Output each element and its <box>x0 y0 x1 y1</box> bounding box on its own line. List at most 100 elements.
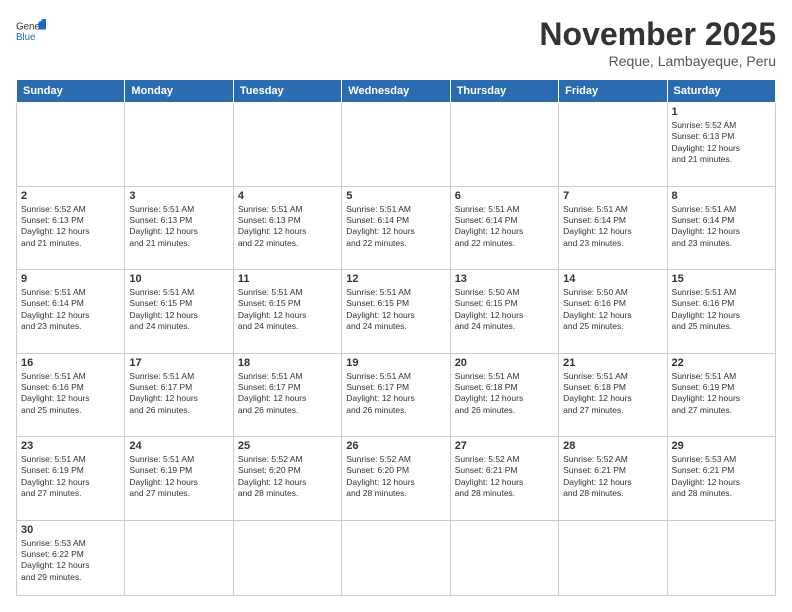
day-number: 11 <box>238 273 337 285</box>
calendar-cell: 16 Sunrise: 5:51 AM Sunset: 6:16 PM Dayli… <box>17 353 125 437</box>
day-info: Sunrise: 5:53 AM Sunset: 6:22 PM Dayligh… <box>21 538 120 584</box>
day-info: Sunrise: 5:51 AM Sunset: 6:15 PM Dayligh… <box>238 287 337 333</box>
calendar-cell <box>233 520 341 596</box>
calendar-cell <box>559 103 667 187</box>
day-number: 16 <box>21 357 120 369</box>
calendar-cell: 30 Sunrise: 5:53 AM Sunset: 6:22 PM Dayli… <box>17 520 125 596</box>
calendar-cell: 29 Sunrise: 5:53 AM Sunset: 6:21 PM Dayli… <box>667 437 775 521</box>
day-info: Sunrise: 5:50 AM Sunset: 6:15 PM Dayligh… <box>455 287 554 333</box>
day-info: Sunrise: 5:51 AM Sunset: 6:18 PM Dayligh… <box>455 371 554 417</box>
calendar-cell: 2Sunrise: 5:52 AM Sunset: 6:13 PM Daylig… <box>17 186 125 270</box>
day-info: Sunrise: 5:51 AM Sunset: 6:16 PM Dayligh… <box>21 371 120 417</box>
day-info: Sunrise: 5:51 AM Sunset: 6:17 PM Dayligh… <box>238 371 337 417</box>
calendar-cell: 17Sunrise: 5:51 AM Sunset: 6:17 PM Dayli… <box>125 353 233 437</box>
day-info: Sunrise: 5:51 AM Sunset: 6:17 PM Dayligh… <box>346 371 445 417</box>
calendar-cell <box>233 103 341 187</box>
day-number: 6 <box>455 190 554 202</box>
day-info: Sunrise: 5:51 AM Sunset: 6:19 PM Dayligh… <box>21 454 120 500</box>
day-number: 28 <box>563 440 662 452</box>
weekday-header-friday: Friday <box>559 80 667 103</box>
calendar-cell: 24 Sunrise: 5:51 AM Sunset: 6:19 PM Dayli… <box>125 437 233 521</box>
day-number: 24 <box>129 440 228 452</box>
calendar-cell: 18 Sunrise: 5:51 AM Sunset: 6:17 PM Dayli… <box>233 353 341 437</box>
calendar-cell: 25 Sunrise: 5:52 AM Sunset: 6:20 PM Dayli… <box>233 437 341 521</box>
day-number: 30 <box>21 524 120 536</box>
calendar-cell <box>667 520 775 596</box>
weekday-header-thursday: Thursday <box>450 80 558 103</box>
calendar-cell: 8 Sunrise: 5:51 AM Sunset: 6:14 PM Daylig… <box>667 186 775 270</box>
day-number: 21 <box>563 357 662 369</box>
day-number: 18 <box>238 357 337 369</box>
day-info: Sunrise: 5:51 AM Sunset: 6:19 PM Dayligh… <box>129 454 228 500</box>
calendar-cell <box>450 520 558 596</box>
calendar-cell: 11 Sunrise: 5:51 AM Sunset: 6:15 PM Dayli… <box>233 270 341 354</box>
calendar-header: General Blue November 2025 Reque, Lambay… <box>16 16 776 69</box>
calendar-cell: 23 Sunrise: 5:51 AM Sunset: 6:19 PM Dayli… <box>17 437 125 521</box>
weekday-header-saturday: Saturday <box>667 80 775 103</box>
day-number: 22 <box>672 357 771 369</box>
day-info: Sunrise: 5:51 AM Sunset: 6:19 PM Dayligh… <box>672 371 771 417</box>
day-number: 3 <box>129 190 228 202</box>
weekday-header-tuesday: Tuesday <box>233 80 341 103</box>
calendar-cell: 3 Sunrise: 5:51 AM Sunset: 6:13 PM Daylig… <box>125 186 233 270</box>
day-number: 25 <box>238 440 337 452</box>
day-number: 27 <box>455 440 554 452</box>
day-info: Sunrise: 5:51 AM Sunset: 6:14 PM Dayligh… <box>563 204 662 250</box>
generalblue-logo-icon: General Blue <box>16 16 46 46</box>
weekday-header-row: SundayMondayTuesdayWednesdayThursdayFrid… <box>17 80 776 103</box>
calendar-cell: 21 Sunrise: 5:51 AM Sunset: 6:18 PM Dayli… <box>559 353 667 437</box>
day-info: Sunrise: 5:52 AM Sunset: 6:20 PM Dayligh… <box>238 454 337 500</box>
day-number: 19 <box>346 357 445 369</box>
calendar-cell: 1Sunrise: 5:52 AM Sunset: 6:13 PM Daylig… <box>667 103 775 187</box>
calendar-week-row: 30 Sunrise: 5:53 AM Sunset: 6:22 PM Dayli… <box>17 520 776 596</box>
calendar-week-row: 16 Sunrise: 5:51 AM Sunset: 6:16 PM Dayli… <box>17 353 776 437</box>
calendar-cell: 12Sunrise: 5:51 AM Sunset: 6:15 PM Dayli… <box>342 270 450 354</box>
day-number: 1 <box>672 106 771 118</box>
day-number: 17 <box>129 357 228 369</box>
logo: General Blue <box>16 16 46 46</box>
calendar-cell: 7Sunrise: 5:51 AM Sunset: 6:14 PM Daylig… <box>559 186 667 270</box>
day-number: 5 <box>346 190 445 202</box>
day-info: Sunrise: 5:51 AM Sunset: 6:18 PM Dayligh… <box>563 371 662 417</box>
day-info: Sunrise: 5:51 AM Sunset: 6:13 PM Dayligh… <box>238 204 337 250</box>
calendar-cell: 14Sunrise: 5:50 AM Sunset: 6:16 PM Dayli… <box>559 270 667 354</box>
calendar-cell: 19 Sunrise: 5:51 AM Sunset: 6:17 PM Dayli… <box>342 353 450 437</box>
calendar-cell: 20Sunrise: 5:51 AM Sunset: 6:18 PM Dayli… <box>450 353 558 437</box>
calendar-cell: 6 Sunrise: 5:51 AM Sunset: 6:14 PM Daylig… <box>450 186 558 270</box>
calendar-cell <box>559 520 667 596</box>
day-info: Sunrise: 5:51 AM Sunset: 6:14 PM Dayligh… <box>455 204 554 250</box>
calendar-cell <box>342 520 450 596</box>
month-title: November 2025 <box>539 16 776 53</box>
calendar-week-row: 2Sunrise: 5:52 AM Sunset: 6:13 PM Daylig… <box>17 186 776 270</box>
day-number: 29 <box>672 440 771 452</box>
day-number: 10 <box>129 273 228 285</box>
day-number: 4 <box>238 190 337 202</box>
day-info: Sunrise: 5:53 AM Sunset: 6:21 PM Dayligh… <box>672 454 771 500</box>
calendar-cell <box>17 103 125 187</box>
day-number: 8 <box>672 190 771 202</box>
day-info: Sunrise: 5:51 AM Sunset: 6:14 PM Dayligh… <box>672 204 771 250</box>
day-number: 14 <box>563 273 662 285</box>
calendar-cell: 27Sunrise: 5:52 AM Sunset: 6:21 PM Dayli… <box>450 437 558 521</box>
day-info: Sunrise: 5:52 AM Sunset: 6:20 PM Dayligh… <box>346 454 445 500</box>
calendar-cell <box>450 103 558 187</box>
day-info: Sunrise: 5:51 AM Sunset: 6:14 PM Dayligh… <box>346 204 445 250</box>
calendar-cell: 22 Sunrise: 5:51 AM Sunset: 6:19 PM Dayli… <box>667 353 775 437</box>
day-info: Sunrise: 5:52 AM Sunset: 6:13 PM Dayligh… <box>21 204 120 250</box>
day-info: Sunrise: 5:51 AM Sunset: 6:14 PM Dayligh… <box>21 287 120 333</box>
day-number: 23 <box>21 440 120 452</box>
day-number: 13 <box>455 273 554 285</box>
calendar-week-row: 23 Sunrise: 5:51 AM Sunset: 6:19 PM Dayli… <box>17 437 776 521</box>
weekday-header-monday: Monday <box>125 80 233 103</box>
calendar-week-row: 1Sunrise: 5:52 AM Sunset: 6:13 PM Daylig… <box>17 103 776 187</box>
calendar-week-row: 9Sunrise: 5:51 AM Sunset: 6:14 PM Daylig… <box>17 270 776 354</box>
weekday-header-wednesday: Wednesday <box>342 80 450 103</box>
day-number: 12 <box>346 273 445 285</box>
day-info: Sunrise: 5:51 AM Sunset: 6:13 PM Dayligh… <box>129 204 228 250</box>
day-info: Sunrise: 5:51 AM Sunset: 6:15 PM Dayligh… <box>129 287 228 333</box>
calendar-cell: 9Sunrise: 5:51 AM Sunset: 6:14 PM Daylig… <box>17 270 125 354</box>
calendar-cell: 28Sunrise: 5:52 AM Sunset: 6:21 PM Dayli… <box>559 437 667 521</box>
title-block: November 2025 Reque, Lambayeque, Peru <box>539 16 776 69</box>
calendar-cell <box>125 520 233 596</box>
day-info: Sunrise: 5:51 AM Sunset: 6:16 PM Dayligh… <box>672 287 771 333</box>
